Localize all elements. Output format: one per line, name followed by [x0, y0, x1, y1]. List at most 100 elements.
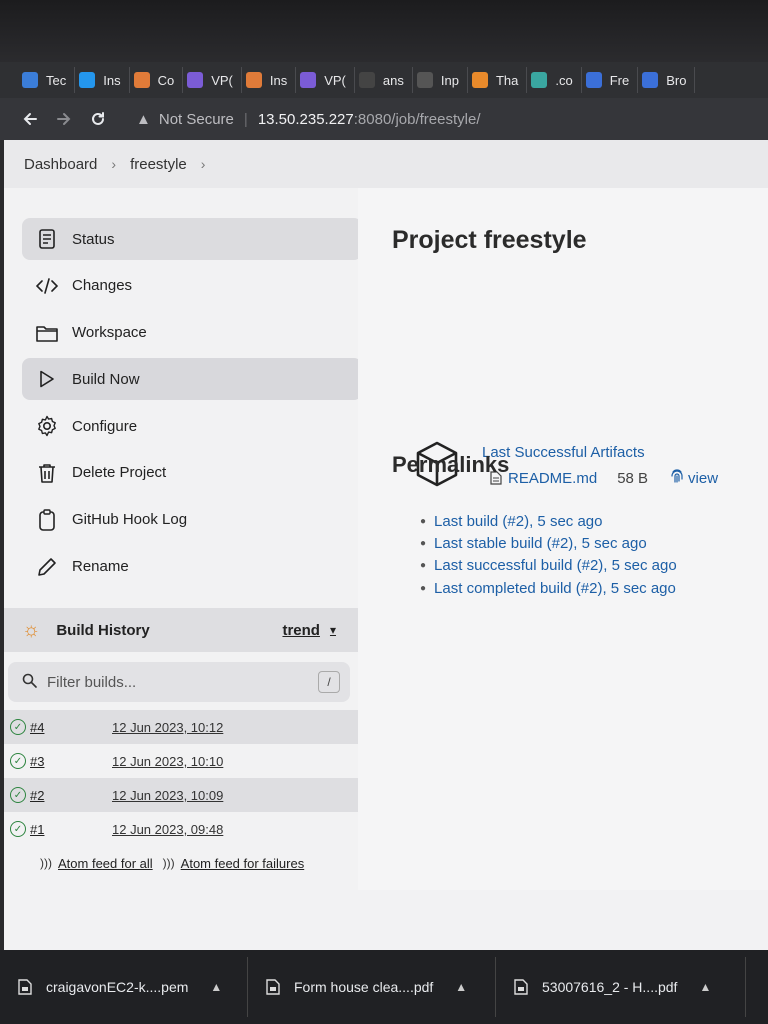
browser-tab-label: .co	[555, 72, 573, 88]
breadcrumb-freestyle[interactable]: freestyle	[130, 156, 187, 173]
sidebar-item-label: GitHub Hook Log	[72, 511, 188, 529]
artifact-row: README.md 58 B view	[490, 468, 718, 488]
list-item[interactable]: ● Last successful build (#2), 5 sec ago	[420, 555, 677, 577]
pencil-icon	[36, 556, 58, 578]
browser-tab[interactable]: .co	[527, 67, 582, 93]
build-date-link[interactable]: 12 Jun 2023, 10:10	[112, 754, 223, 769]
browser-tab-label: ans	[382, 72, 404, 88]
atom-feed-all-link[interactable]: Atom feed for all	[58, 856, 153, 871]
main-content: Project freestyle Last Successful Artifa…	[358, 188, 768, 890]
browser-tab[interactable]: Ins	[75, 67, 130, 93]
sidebar-item-status[interactable]: Status	[22, 218, 362, 260]
list-item[interactable]: ● Last completed build (#2), 5 sec ago	[420, 577, 677, 599]
sidebar-item-label: Rename	[72, 558, 129, 576]
chevron-up-icon[interactable]: ▲	[210, 980, 222, 994]
build-number-link[interactable]: #4	[30, 720, 112, 735]
c-icon	[642, 72, 659, 88]
url-field[interactable]: ▲ Not Secure | 13.50.235.227 :8080/job/f…	[136, 111, 481, 128]
filter-placeholder: Filter builds...	[47, 673, 137, 691]
breadcrumb-dashboard[interactable]: Dashboard	[24, 156, 97, 173]
rss-icon: )))	[162, 856, 175, 870]
c-icon	[585, 72, 602, 88]
browser-tab[interactable]: VP(	[296, 67, 355, 93]
fingerprint-icon[interactable]	[670, 468, 684, 488]
sidebar-item-changes[interactable]: Changes	[22, 265, 362, 307]
chevron-up-icon[interactable]: ▲	[699, 980, 711, 994]
chevron-up-icon[interactable]: ▲	[455, 980, 467, 994]
permalink-last-build[interactable]: Last build (#2), 5 sec ago	[434, 513, 602, 530]
browser-tab[interactable]: Tec	[18, 67, 76, 93]
forward-button[interactable]	[50, 105, 78, 133]
sidebar-item-build-now[interactable]: Build Now	[22, 358, 362, 401]
sidebar-item-configure[interactable]: Configure	[22, 405, 362, 447]
browser-tab-label: VP(	[211, 72, 233, 88]
atom-feed-failures-link[interactable]: Atom feed for failures	[181, 856, 305, 871]
build-number-link[interactable]: #1	[30, 822, 112, 837]
browser-tab[interactable]: VP(	[183, 67, 242, 93]
keyboard-shortcut-badge: /	[318, 671, 340, 693]
build-date-link[interactable]: 12 Jun 2023, 10:09	[112, 788, 223, 803]
vpc-icon	[187, 72, 204, 88]
sidebar-item-delete-project[interactable]: Delete Project	[22, 452, 362, 494]
build-date-link[interactable]: 12 Jun 2023, 10:12	[112, 720, 223, 735]
permalinks-heading: Permalinks	[392, 452, 510, 477]
sidebar-item-label: Build Now	[72, 370, 140, 388]
url-host: 13.50.235.227	[257, 110, 354, 128]
sidebar-item-label: Delete Project	[72, 464, 167, 482]
file-icon	[266, 979, 280, 995]
browser-tab[interactable]: ans	[355, 67, 413, 93]
sidebar-item-rename[interactable]: Rename	[22, 546, 362, 588]
chatgpt-icon	[531, 72, 548, 88]
filter-builds-input[interactable]: Filter builds... /	[8, 662, 350, 702]
trend-dropdown[interactable]: trend ▾	[282, 622, 336, 639]
address-bar: ▲ Not Secure | 13.50.235.227 :8080/job/f…	[0, 98, 768, 140]
build-number-link[interactable]: #3	[30, 754, 112, 769]
build-number-link[interactable]: #2	[30, 788, 112, 803]
download-item[interactable]: Form house clea....pdf ▲	[248, 957, 496, 1017]
sun-icon: ☼	[22, 618, 41, 641]
list-item[interactable]: ● Last build (#2), 5 sec ago	[420, 510, 677, 532]
browser-tab[interactable]: Co	[130, 67, 184, 93]
search-icon	[22, 673, 37, 692]
reload-button[interactable]	[84, 105, 112, 133]
list-item[interactable]: ● Last stable build (#2), 5 sec ago	[420, 532, 677, 554]
download-filename: craigavonEC2-k....pem	[46, 979, 189, 995]
permalink-last-completed-build[interactable]: Last completed build (#2), 5 sec ago	[434, 580, 676, 597]
browser-tab[interactable]: Bro	[638, 67, 696, 93]
browser-tab-strip: Tec Ins Co VP( Ins VP( ans Inp Tha .co Fre Bro	[0, 62, 768, 98]
browser-tab-label: Inp	[440, 72, 459, 88]
forward-arrow-icon	[57, 113, 71, 125]
sidebar-item-label: Workspace	[72, 324, 147, 342]
bullet: ●	[420, 538, 427, 550]
back-button[interactable]	[16, 105, 44, 133]
artifact-view-link[interactable]: view	[688, 470, 718, 487]
build-date-link[interactable]: 12 Jun 2023, 09:48	[112, 822, 223, 837]
download-item[interactable]: craigavonEC2-k....pem ▲	[0, 957, 248, 1017]
play-icon	[36, 368, 58, 390]
permalink-last-successful-build[interactable]: Last successful build (#2), 5 sec ago	[434, 557, 677, 574]
url-path: :8080/job/freestyle/	[353, 110, 481, 128]
tech-icon	[22, 72, 38, 88]
browser-tab-label: Tec	[46, 72, 67, 88]
browser-tab[interactable]: Inp	[413, 67, 468, 93]
download-filename: 53007616_2 - H....pdf	[542, 979, 678, 995]
sidebar-item-workspace[interactable]: Workspace	[22, 312, 362, 354]
browser-tab[interactable]: Ins	[242, 67, 297, 93]
download-item[interactable]: 53007616_2 - H....pdf ▲	[496, 957, 746, 1017]
table-row: ✓ #2 12 Jun 2023, 10:09	[4, 778, 358, 812]
downloads-bar: craigavonEC2-k....pem ▲ Form house clea.…	[0, 950, 768, 1024]
browser-tab-label: Ins	[269, 72, 288, 88]
success-check-icon: ✓	[10, 719, 26, 735]
artifact-file-link[interactable]: README.md	[508, 470, 597, 487]
build-history-title: Build History	[56, 621, 150, 639]
browser-tab[interactable]: Fre	[582, 67, 639, 93]
permalink-last-stable-build[interactable]: Last stable build (#2), 5 sec ago	[434, 535, 647, 552]
chevron-right-icon[interactable]: ›	[201, 156, 206, 172]
browser-tab-label: VP(	[324, 72, 346, 88]
browser-tab[interactable]: Tha	[468, 67, 528, 93]
browser-tab-label: Co	[157, 72, 175, 88]
bullet: ●	[420, 582, 427, 594]
breadcrumb: Dashboard › freestyle ›	[4, 140, 768, 188]
bullet: ●	[420, 560, 427, 572]
sidebar-item-github-hook-log[interactable]: GitHub Hook Log	[22, 499, 362, 541]
